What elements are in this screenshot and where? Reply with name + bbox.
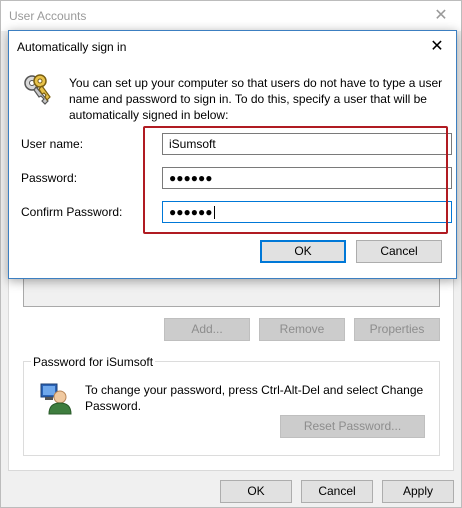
confirm-password-label: Confirm Password: [21, 205, 123, 219]
remove-user-button[interactable]: Remove [259, 318, 345, 341]
password-label: Password: [21, 171, 78, 185]
auto-sign-in-dialog: Automatically sign in ✕ You can set up y… [8, 30, 457, 279]
fields-highlight-box [143, 126, 448, 234]
properties-button[interactable]: Properties [354, 318, 440, 341]
user-icon [39, 381, 73, 415]
dialog-description: You can set up your computer so that use… [69, 76, 443, 122]
add-user-button[interactable]: Add... [164, 318, 250, 341]
dialog-cancel-button[interactable]: Cancel [356, 240, 442, 263]
keys-icon [21, 73, 55, 107]
dialog-ok-button[interactable]: OK [260, 240, 346, 263]
close-icon[interactable]: ✕ [426, 36, 448, 58]
footer-cancel-button[interactable]: Cancel [301, 480, 373, 503]
password-group-title: Password for iSumsoft [31, 355, 156, 369]
user-accounts-title: User Accounts [9, 9, 87, 23]
password-change-text: To change your password, press Ctrl-Alt-… [85, 383, 424, 413]
dialog-titlebar: Automatically sign in ✕ [9, 31, 456, 62]
user-accounts-close-icon[interactable]: ✕ [431, 6, 451, 26]
footer-ok-button[interactable]: OK [220, 480, 292, 503]
user-name-label: User name: [21, 137, 84, 151]
dialog-title: Automatically sign in [17, 40, 127, 54]
reset-password-button[interactable]: Reset Password... [280, 415, 425, 438]
user-accounts-titlebar: User Accounts ✕ [1, 1, 461, 31]
footer-apply-button[interactable]: Apply [382, 480, 454, 503]
